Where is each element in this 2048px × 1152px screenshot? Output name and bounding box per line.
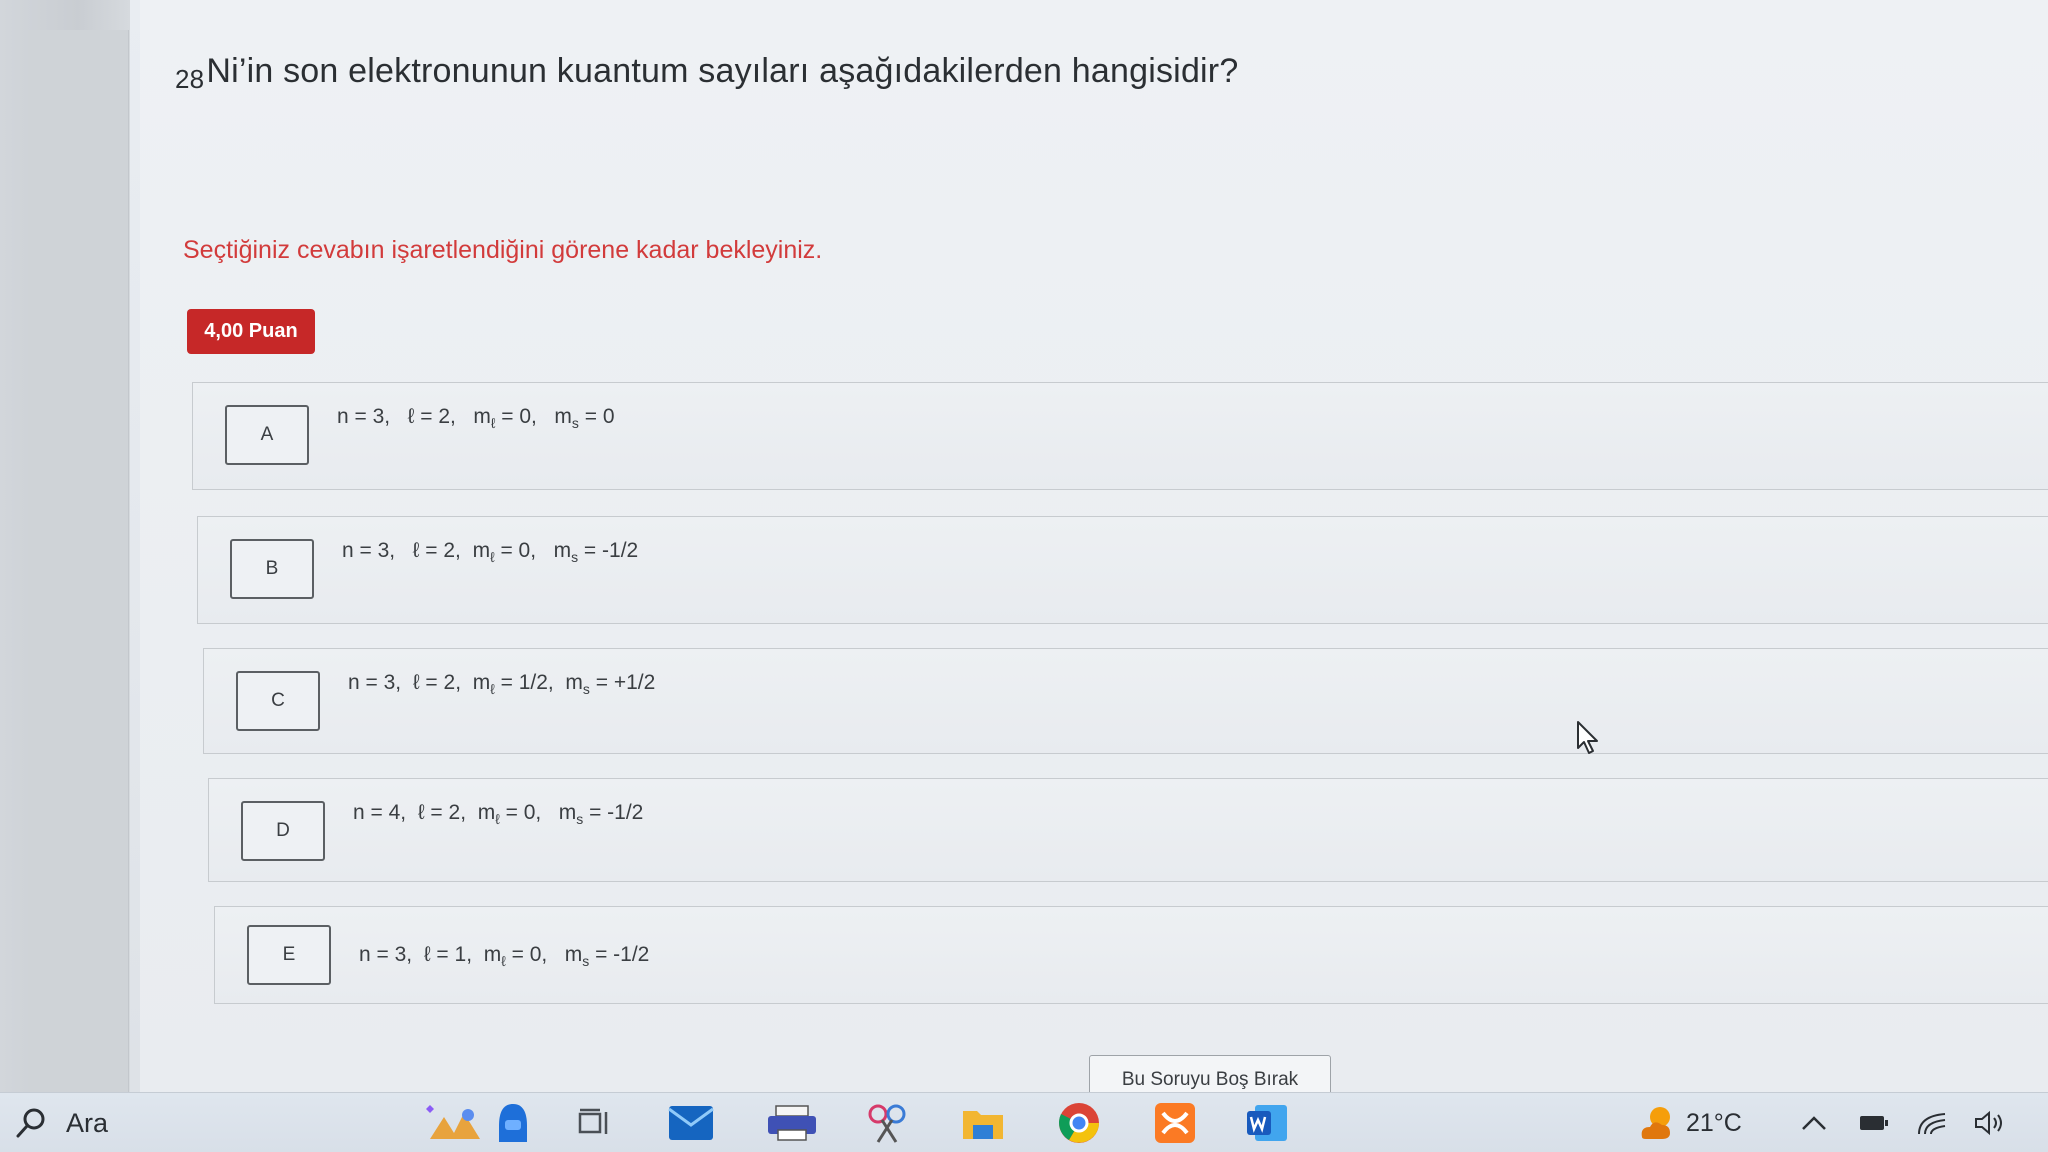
wifi-graphic xyxy=(1918,1113,1946,1135)
option-c-ml-sub: ℓ xyxy=(490,681,495,698)
question-subscript: 28 xyxy=(175,64,205,94)
option-c-m-symbol: m xyxy=(472,671,491,694)
option-d-letter-button[interactable]: D xyxy=(241,801,325,861)
option-c-n: n = 3, xyxy=(348,671,402,694)
option-b-ms: = -1/2 xyxy=(583,539,639,562)
widgets-icon[interactable] xyxy=(420,1101,490,1145)
wait-warning: Seçtiğiniz cevabın işaretlendiğini gören… xyxy=(183,236,823,264)
option-d-ms-symbol: m xyxy=(558,801,577,824)
wifi-icon[interactable] xyxy=(1914,1105,1950,1141)
task-view-graphic xyxy=(578,1108,608,1134)
folder-graphic xyxy=(963,1111,1003,1139)
option-d-ml: = 0, xyxy=(505,801,542,824)
option-e-ml: = 0, xyxy=(511,943,548,966)
option-b-n: n = 3, xyxy=(342,539,396,562)
option-e-ms-sub: s xyxy=(582,953,590,970)
option-e-letter-button[interactable]: E xyxy=(247,925,331,985)
option-a[interactable]: A n = 3, ℓ = 2, mℓ = 0, ms = 0 xyxy=(192,382,2048,490)
option-d-l: ℓ = 2, xyxy=(417,801,467,824)
option-d-formula: n = 4, ℓ = 2, mℓ = 0, ms = -1/2 xyxy=(353,801,643,827)
option-a-ml: = 0, xyxy=(501,405,537,428)
mouse-cursor-icon xyxy=(1577,721,1598,754)
option-a-ms-sub: s xyxy=(571,415,579,432)
option-a-ms: = 0 xyxy=(584,405,615,428)
option-c-letter-button[interactable]: C xyxy=(236,671,320,731)
left-rail-panel xyxy=(28,30,129,1092)
chrome-graphic xyxy=(1059,1103,1099,1143)
volume-graphic xyxy=(1975,1110,2002,1136)
option-e-n: n = 3, xyxy=(359,943,413,966)
temperature-label: 21°C xyxy=(1686,1108,1742,1137)
copilot-icon[interactable] xyxy=(490,1101,536,1145)
taskbar-search[interactable]: Ara xyxy=(14,1103,108,1143)
word-icon[interactable] xyxy=(1244,1101,1290,1145)
option-d-ms: = -1/2 xyxy=(589,801,644,824)
snipping-graphic xyxy=(868,1104,906,1143)
option-b-ml-sub: ℓ xyxy=(490,549,495,566)
option-e-m-symbol: m xyxy=(483,943,502,966)
points-badge: 4,00 Puan xyxy=(187,309,315,354)
option-a-ml-sub: ℓ xyxy=(490,415,496,432)
option-a-l: ℓ = 2, xyxy=(407,405,456,428)
printer-app-icon[interactable] xyxy=(764,1101,820,1145)
weather-sun-cloud-icon xyxy=(1641,1107,1670,1139)
left-rail xyxy=(0,0,130,1092)
option-a-letter-button[interactable]: A xyxy=(225,405,309,465)
widgets-graphic xyxy=(426,1105,480,1139)
windows-taskbar: Ara 21°C xyxy=(0,1092,2048,1152)
option-b-l: ℓ = 2, xyxy=(412,539,461,562)
option-b-ml: = 0, xyxy=(500,539,537,562)
copilot-graphic xyxy=(499,1104,527,1142)
option-e-ms: = -1/2 xyxy=(595,943,650,966)
option-e-l: ℓ = 1, xyxy=(423,943,473,966)
option-c-formula: n = 3, ℓ = 2, mℓ = 1/2, ms = +1/2 xyxy=(348,671,655,697)
option-a-ms-symbol: m xyxy=(554,405,572,428)
chevron-up-graphic xyxy=(1802,1116,1826,1130)
option-c-ms: = +1/2 xyxy=(595,671,656,694)
option-d-ms-sub: s xyxy=(576,811,584,828)
option-b-ms-symbol: m xyxy=(553,539,572,562)
option-d-ml-sub: ℓ xyxy=(495,811,500,828)
word-graphic xyxy=(1247,1105,1287,1141)
option-d-n: n = 4, xyxy=(353,801,407,824)
option-c-ms-sub: s xyxy=(582,681,590,698)
task-view-icon[interactable] xyxy=(572,1101,618,1145)
option-c-l: ℓ = 2, xyxy=(412,671,462,694)
option-c[interactable]: C n = 3, ℓ = 2, mℓ = 1/2, ms = +1/2 xyxy=(203,648,2048,754)
option-a-m-symbol: m xyxy=(473,405,491,428)
option-c-ml: = 1/2, xyxy=(500,671,554,694)
option-b-ms-sub: s xyxy=(571,549,579,566)
option-b-letter-button[interactable]: B xyxy=(230,539,314,599)
chrome-icon[interactable] xyxy=(1056,1101,1102,1145)
xampp-icon[interactable] xyxy=(1152,1101,1198,1145)
option-b-m-symbol: m xyxy=(472,539,491,562)
chevron-up-icon[interactable] xyxy=(1796,1105,1832,1141)
search-label: Ara xyxy=(66,1107,109,1138)
battery-graphic xyxy=(1860,1116,1888,1130)
file-explorer-icon[interactable] xyxy=(960,1101,1006,1145)
option-e-ms-symbol: m xyxy=(564,943,583,966)
battery-icon[interactable] xyxy=(1856,1105,1892,1141)
quiz-screen: 28Ni’in son elektronunun kuantum sayılar… xyxy=(0,0,2048,1152)
question-body: Ni’in son elektronunun kuantum sayıları … xyxy=(206,52,1239,90)
option-d-m-symbol: m xyxy=(477,801,496,824)
option-e-ml-sub: ℓ xyxy=(501,953,506,970)
option-b-formula: n = 3, ℓ = 2, mℓ = 0, ms = -1/2 xyxy=(342,539,638,565)
printer-graphic xyxy=(768,1105,816,1141)
option-e-formula: n = 3, ℓ = 1, mℓ = 0, ms = -1/2 xyxy=(359,943,649,969)
weather-widget[interactable]: 21°C xyxy=(1636,1103,1742,1143)
option-b[interactable]: B n = 3, ℓ = 2, mℓ = 0, ms = -1/2 xyxy=(197,516,2048,624)
search-icon xyxy=(16,1108,45,1138)
snipping-tool-icon[interactable] xyxy=(864,1101,910,1145)
option-c-ms-symbol: m xyxy=(565,671,583,694)
option-e[interactable]: E n = 3, ℓ = 1, mℓ = 0, ms = -1/2 xyxy=(214,906,2048,1004)
volume-icon[interactable] xyxy=(1972,1105,2008,1141)
option-a-formula: n = 3, ℓ = 2, mℓ = 0, ms = 0 xyxy=(337,405,615,431)
mail-icon[interactable] xyxy=(668,1101,714,1145)
xampp-graphic xyxy=(1155,1103,1195,1143)
option-d[interactable]: D n = 4, ℓ = 2, mℓ = 0, ms = -1/2 xyxy=(208,778,2048,882)
question-text: 28Ni’in son elektronunun kuantum sayılar… xyxy=(175,52,1238,95)
option-a-n: n = 3, xyxy=(337,405,391,428)
mail-graphic xyxy=(668,1106,714,1140)
